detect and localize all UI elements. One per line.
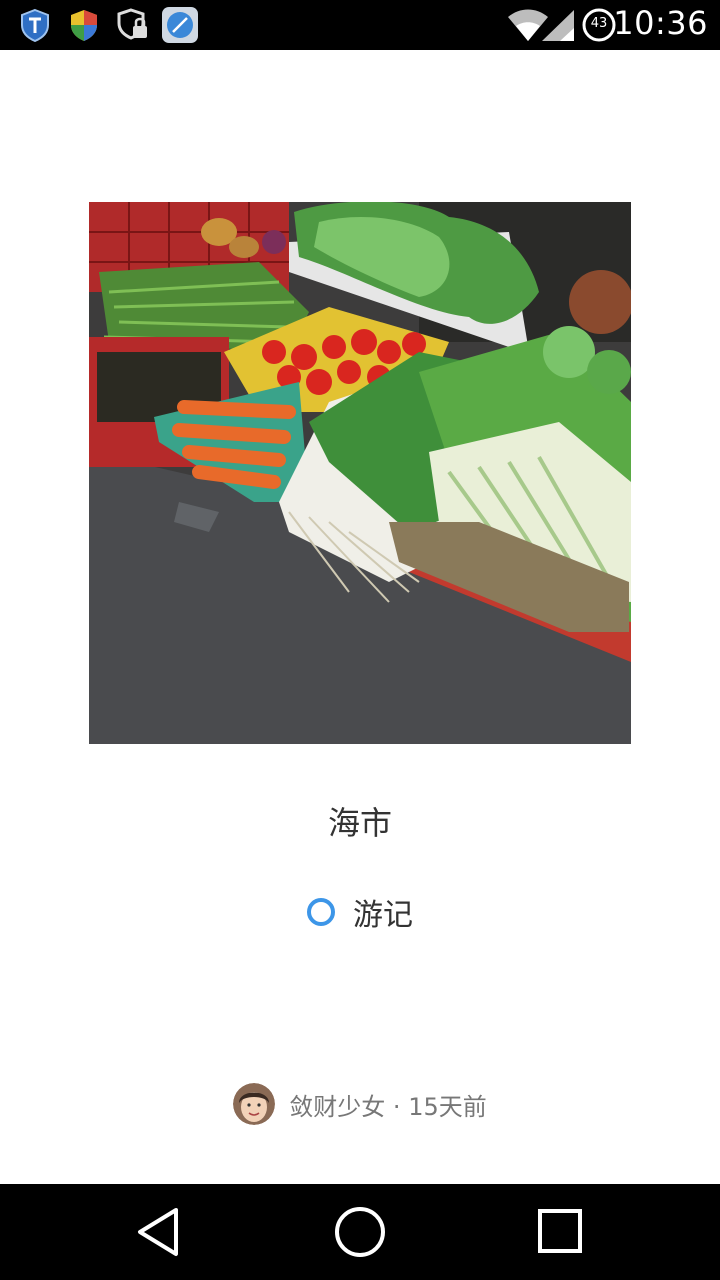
avatar[interactable]: [233, 1083, 276, 1125]
meta-separator: ·: [392, 1092, 401, 1121]
navigation-bar: [0, 1184, 720, 1280]
battery-icon: 43: [582, 8, 616, 42]
cell-signal-icon: [542, 10, 574, 41]
battery-level: 43: [590, 16, 608, 31]
post-time: 15天前: [408, 1092, 487, 1121]
post-meta: 敛财少女 · 15天前: [289, 1087, 486, 1122]
vegetable-market-photo[interactable]: [89, 202, 631, 744]
compass-icon: [162, 7, 198, 43]
security-shield-icon: [71, 10, 97, 41]
status-time: 10:36: [613, 4, 708, 42]
lock-shield-icon: [117, 8, 147, 40]
recents-icon[interactable]: [530, 1204, 590, 1260]
home-icon[interactable]: [330, 1204, 390, 1260]
tag-label: 游记: [353, 898, 413, 933]
author-info[interactable]: 敛财少女 · 15天前: [0, 1082, 720, 1126]
author-name[interactable]: 敛财少女: [289, 1093, 385, 1121]
status-bar: 43 10:36: [0, 0, 720, 50]
back-icon[interactable]: [128, 1204, 188, 1260]
category-tag[interactable]: 游记: [0, 890, 720, 934]
tag-circle-icon: [307, 898, 335, 926]
shield-app-icon: [21, 8, 49, 42]
post-title: 海市: [327, 804, 392, 842]
